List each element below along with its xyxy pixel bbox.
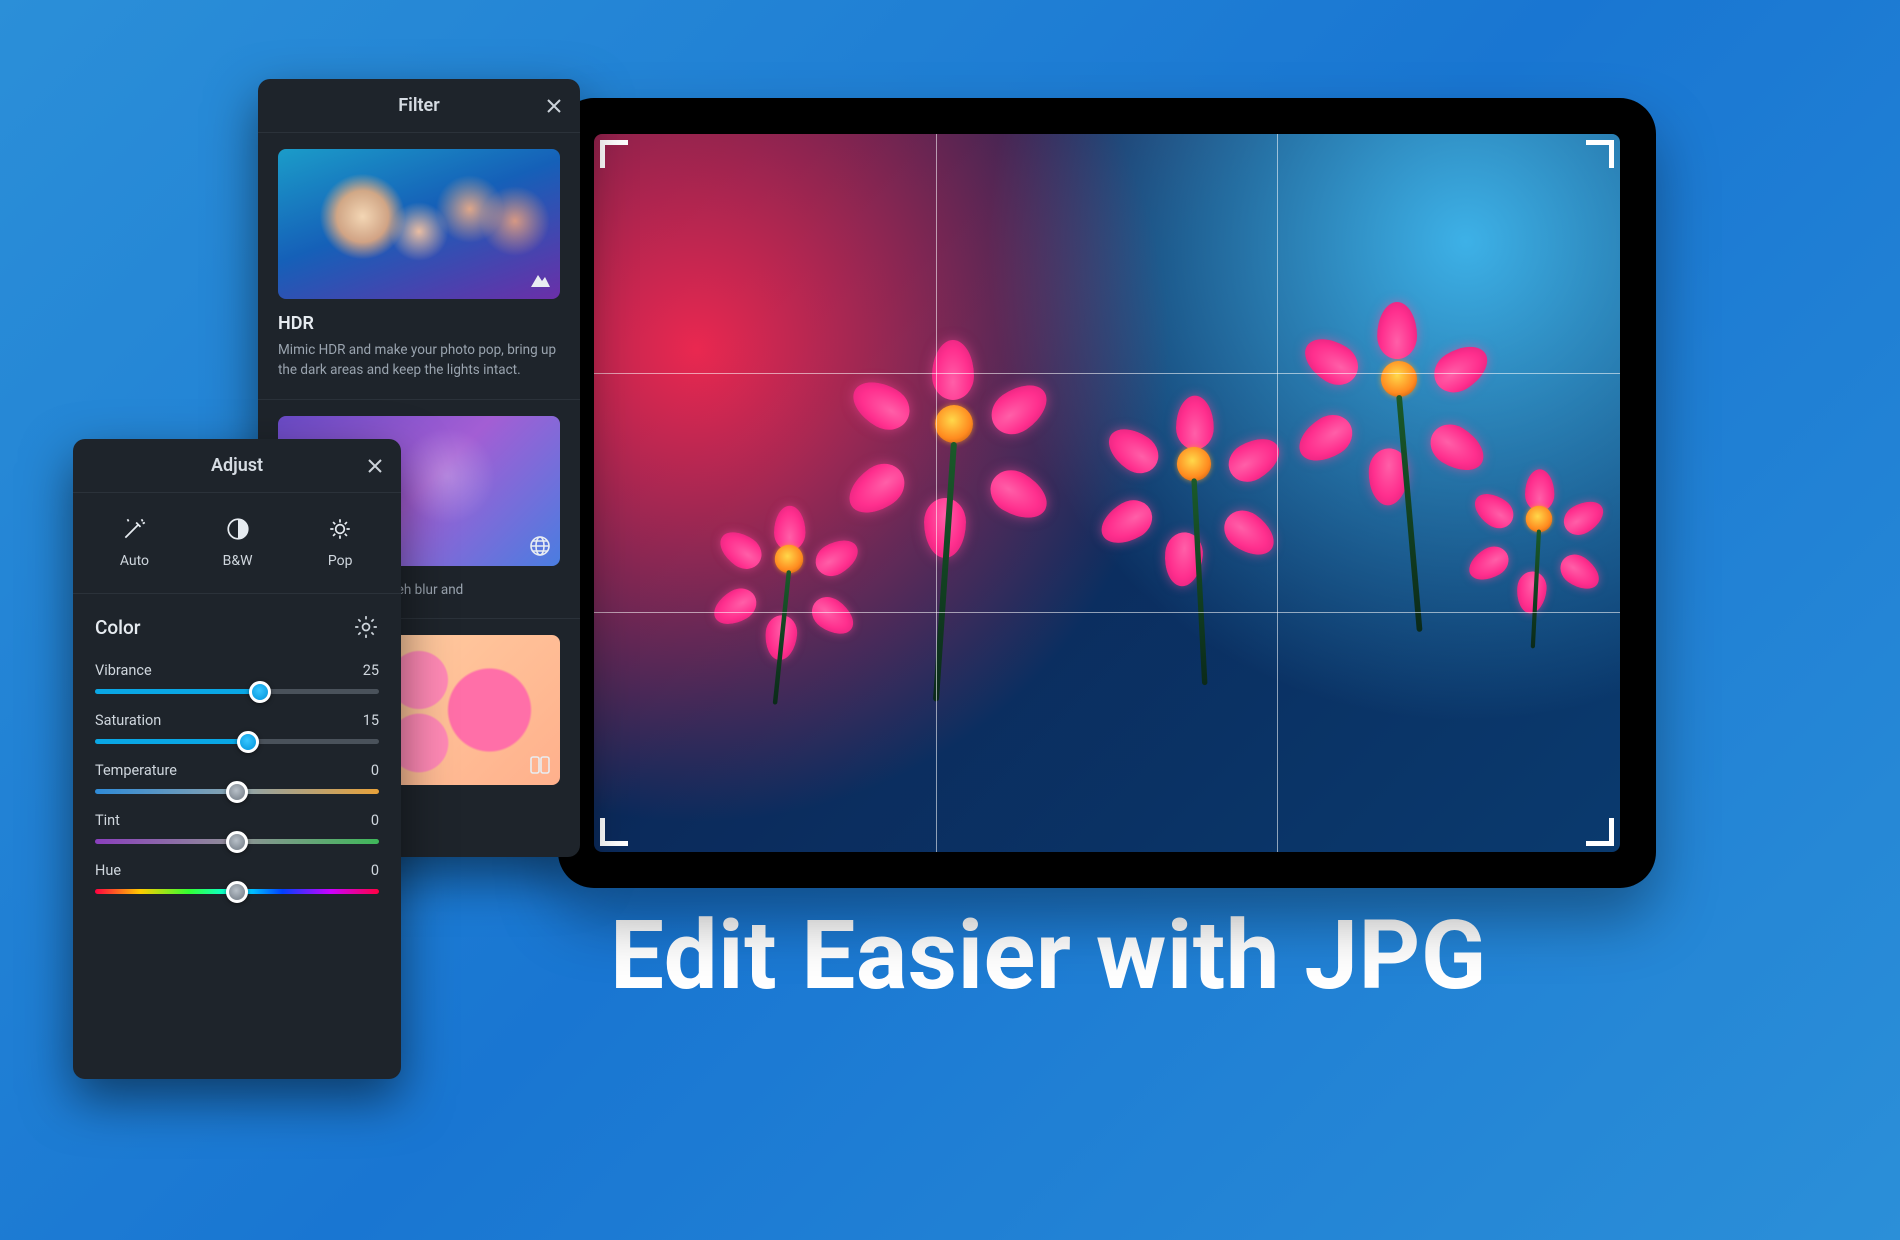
slider-label: Vibrance [95, 662, 152, 679]
wand-icon [120, 515, 148, 543]
filter-thumbnail [278, 149, 560, 299]
filter-item-hdr[interactable]: HDR Mimic HDR and make your photo pop, b… [258, 133, 580, 400]
tagline: Edit Easier with JPG [610, 900, 1487, 1012]
globe-icon [528, 534, 552, 558]
adjust-panel: Adjust Auto B&W Pop Color [73, 439, 401, 1079]
slider-vibrance[interactable]: Vibrance 25 [73, 652, 401, 702]
adjust-panel-header: Adjust [73, 439, 401, 493]
slider-label: Hue [95, 862, 121, 879]
preset-label: Auto [120, 553, 149, 569]
preset-label: Pop [328, 553, 353, 569]
slider-value: 15 [363, 712, 379, 729]
adjust-panel-title: Adjust [211, 455, 263, 476]
canvas[interactable] [594, 134, 1620, 852]
preset-row: Auto B&W Pop [73, 493, 401, 594]
slider-hue[interactable]: Hue 0 [73, 852, 401, 902]
crop-handle-tr[interactable] [1586, 140, 1614, 168]
filter-panel-header: Filter [258, 79, 580, 133]
preset-label: B&W [223, 553, 253, 569]
slider-tint[interactable]: Tint 0 [73, 802, 401, 852]
mountain-icon [528, 267, 552, 291]
filter-panel-title: Filter [398, 95, 439, 116]
preset-pop[interactable]: Pop [326, 515, 354, 569]
slider-label: Temperature [95, 762, 177, 779]
sun-icon [326, 515, 354, 543]
filter-description: Mimic HDR and make your photo pop, bring… [278, 340, 560, 381]
slider-label: Tint [95, 812, 120, 829]
compare-icon [528, 753, 552, 777]
slider-saturation[interactable]: Saturation 15 [73, 702, 401, 752]
slider-value: 25 [363, 662, 379, 679]
preset-bw[interactable]: B&W [223, 515, 253, 569]
slider-temperature[interactable]: Temperature 0 [73, 752, 401, 802]
crop-handle-br[interactable] [1586, 818, 1614, 846]
close-icon[interactable] [363, 454, 387, 478]
gear-icon[interactable] [353, 614, 379, 640]
filter-name: HDR [278, 313, 560, 334]
slider-value: 0 [371, 862, 379, 879]
device-frame [558, 98, 1656, 888]
slider-value: 0 [371, 762, 379, 779]
slider-value: 0 [371, 812, 379, 829]
contrast-icon [224, 515, 252, 543]
crop-handle-tl[interactable] [600, 140, 628, 168]
preset-auto[interactable]: Auto [120, 515, 149, 569]
section-title: Color [95, 616, 141, 639]
crop-handle-bl[interactable] [600, 818, 628, 846]
close-icon[interactable] [542, 94, 566, 118]
slider-label: Saturation [95, 712, 161, 729]
